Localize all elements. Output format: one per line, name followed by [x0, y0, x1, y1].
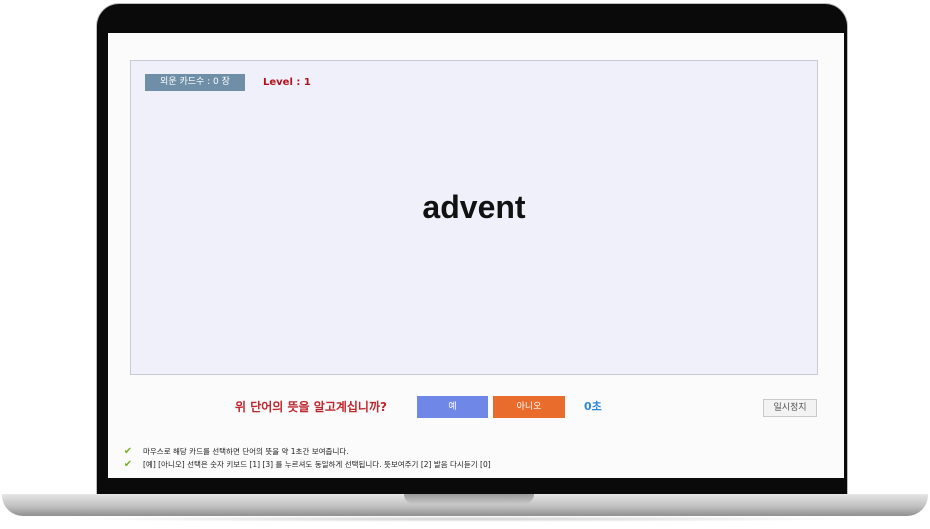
yes-button[interactable]: 예: [417, 396, 488, 418]
help-section: ✔ 마우스로 해당 카드를 선택하면 단어의 뜻을 약 1초간 보여줍니다. ✔…: [122, 446, 822, 472]
no-button[interactable]: 아니오: [493, 396, 565, 418]
timer-display: 0초: [584, 400, 602, 413]
help-text: 마우스로 해당 카드를 선택하면 단어의 뜻을 약 1초간 보여줍니다.: [143, 447, 349, 456]
level-label: Level : 1: [263, 77, 311, 88]
help-line: ✔ 마우스로 해당 카드를 선택하면 단어의 뜻을 약 1초간 보여줍니다.: [122, 446, 822, 458]
question-text: 위 단어의 뜻을 알고계십니까?: [235, 400, 387, 414]
laptop-base-notch: [404, 494, 534, 504]
check-icon: ✔: [123, 446, 133, 457]
learned-count-badge: 외운 카드수 : 0 장: [145, 74, 245, 91]
pause-button[interactable]: 일시정지: [763, 399, 817, 417]
laptop-shadow: [60, 516, 870, 522]
app-screen: 외운 카드수 : 0 장 Level : 1 advent 위 단어의 뜻을 알…: [108, 33, 844, 478]
help-line: ✔ [예] [아니오] 선택은 숫자 키보드 [1] [3] 를 누르셔도 동일…: [122, 459, 822, 471]
help-text: [예] [아니오] 선택은 숫자 키보드 [1] [3] 를 누르셔도 동일하게…: [143, 460, 491, 469]
flashcard-word: advent: [422, 189, 526, 225]
flashcard[interactable]: 외운 카드수 : 0 장 Level : 1 advent: [130, 60, 818, 375]
check-icon: ✔: [123, 459, 133, 470]
